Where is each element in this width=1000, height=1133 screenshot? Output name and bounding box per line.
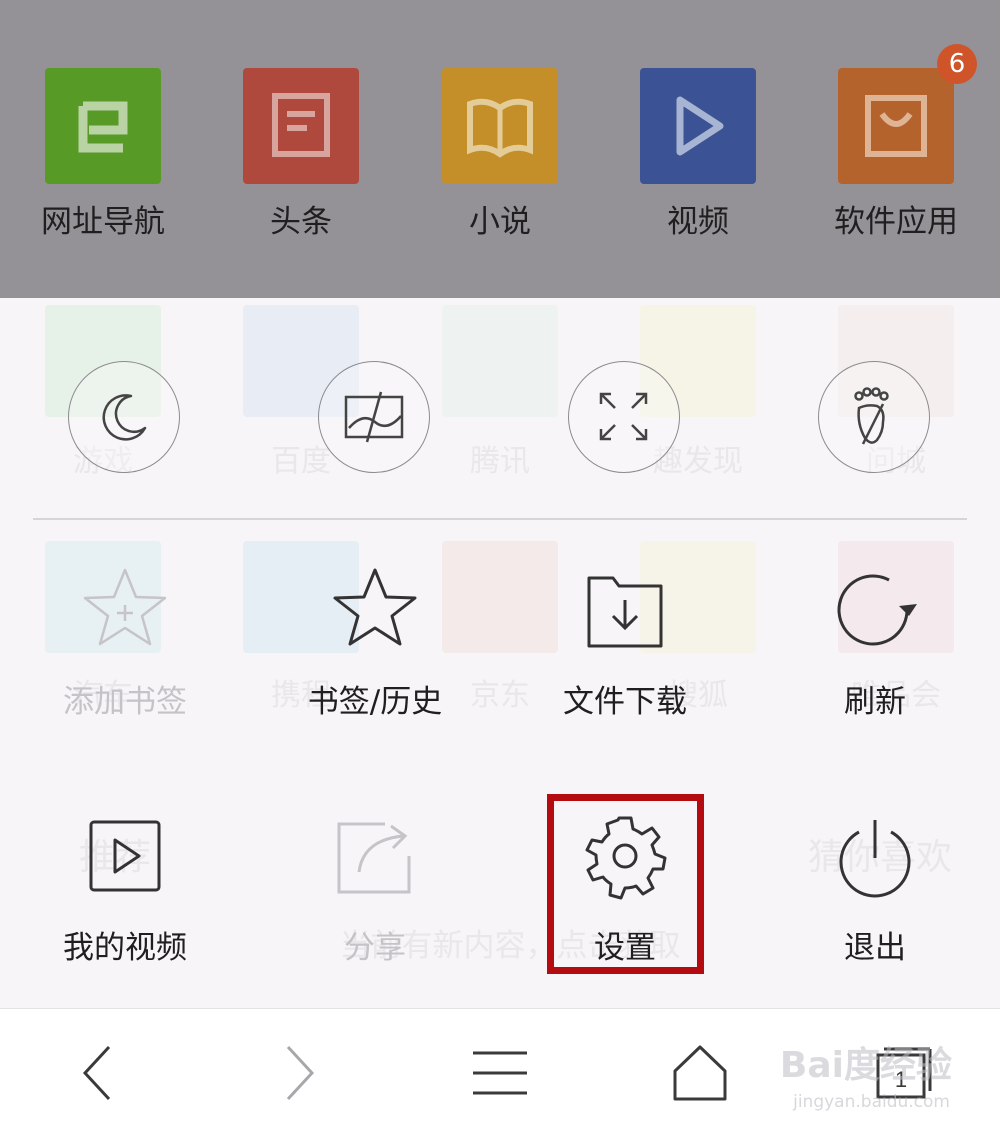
chevron-right-icon xyxy=(286,1045,315,1101)
video-play-icon xyxy=(89,820,161,892)
bookmarks-history-label: 书签/历史 xyxy=(307,684,443,720)
menu-divider xyxy=(33,518,967,520)
moon-icon xyxy=(102,394,147,441)
exit-button[interactable]: 退出 xyxy=(750,806,1000,1006)
bag-icon xyxy=(865,95,927,157)
app-tile-video[interactable] xyxy=(640,68,756,184)
hamburger-icon xyxy=(473,1051,527,1095)
app-tile-news[interactable] xyxy=(243,68,359,184)
chevron-left-icon xyxy=(82,1045,111,1101)
play-icon xyxy=(676,96,724,156)
refresh-icon xyxy=(837,574,917,646)
notification-badge: 6 xyxy=(937,44,977,84)
app-tile-nav[interactable] xyxy=(45,68,161,184)
app-tile-software[interactable] xyxy=(838,68,954,184)
no-image-icon xyxy=(344,391,404,443)
share-label: 分享 xyxy=(344,930,406,966)
file-download-button[interactable]: 文件下载 xyxy=(500,560,750,760)
baidu-watermark: Bai度经验 xyxy=(779,1045,952,1086)
settings-highlight-annotation xyxy=(547,794,704,974)
top-app-area: 6 网址导航 头条 小说 视频 软件应用 xyxy=(0,0,1000,298)
bg-tile xyxy=(442,305,558,417)
app-label-video: 视频 xyxy=(667,204,729,240)
app-label-software: 软件应用 xyxy=(834,204,958,240)
star-icon xyxy=(333,568,417,646)
download-folder-icon xyxy=(587,576,663,648)
app-tile-novel[interactable] xyxy=(442,68,558,184)
app-label-news: 头条 xyxy=(270,204,332,240)
app-label-novel: 小说 xyxy=(469,204,531,240)
incognito-toggle[interactable] xyxy=(818,361,930,473)
power-icon xyxy=(839,820,911,898)
night-mode-toggle[interactable] xyxy=(68,361,180,473)
e-icon xyxy=(78,101,128,153)
forward-button[interactable] xyxy=(264,1037,334,1107)
home-button[interactable] xyxy=(665,1037,735,1107)
refresh-button[interactable]: 刷新 xyxy=(750,560,1000,760)
news-icon xyxy=(272,93,330,157)
share-icon xyxy=(337,822,411,894)
no-image-mode-toggle[interactable] xyxy=(318,361,430,473)
fullscreen-icon xyxy=(599,392,648,441)
home-icon xyxy=(673,1045,727,1101)
exit-label: 退出 xyxy=(844,930,906,966)
add-bookmark-button[interactable]: 添加书签 xyxy=(0,560,250,760)
file-download-label: 文件下载 xyxy=(563,684,687,720)
book-icon xyxy=(467,98,533,158)
my-videos-label: 我的视频 xyxy=(63,930,187,966)
add-bookmark-label: 添加书签 xyxy=(63,684,187,720)
my-videos-button[interactable]: 我的视频 xyxy=(0,806,250,1006)
share-button[interactable]: 分享 xyxy=(250,806,500,1006)
refresh-label: 刷新 xyxy=(844,684,906,720)
menu-button[interactable] xyxy=(465,1037,535,1107)
fullscreen-toggle[interactable] xyxy=(568,361,680,473)
footprint-icon xyxy=(854,387,889,445)
app-label-nav: 网址导航 xyxy=(41,204,165,240)
bookmarks-history-button[interactable]: 书签/历史 xyxy=(250,560,500,760)
star-plus-icon xyxy=(83,568,167,646)
baidu-watermark-url: jingyan.baidu.com xyxy=(793,1092,950,1112)
back-button[interactable] xyxy=(63,1037,133,1107)
